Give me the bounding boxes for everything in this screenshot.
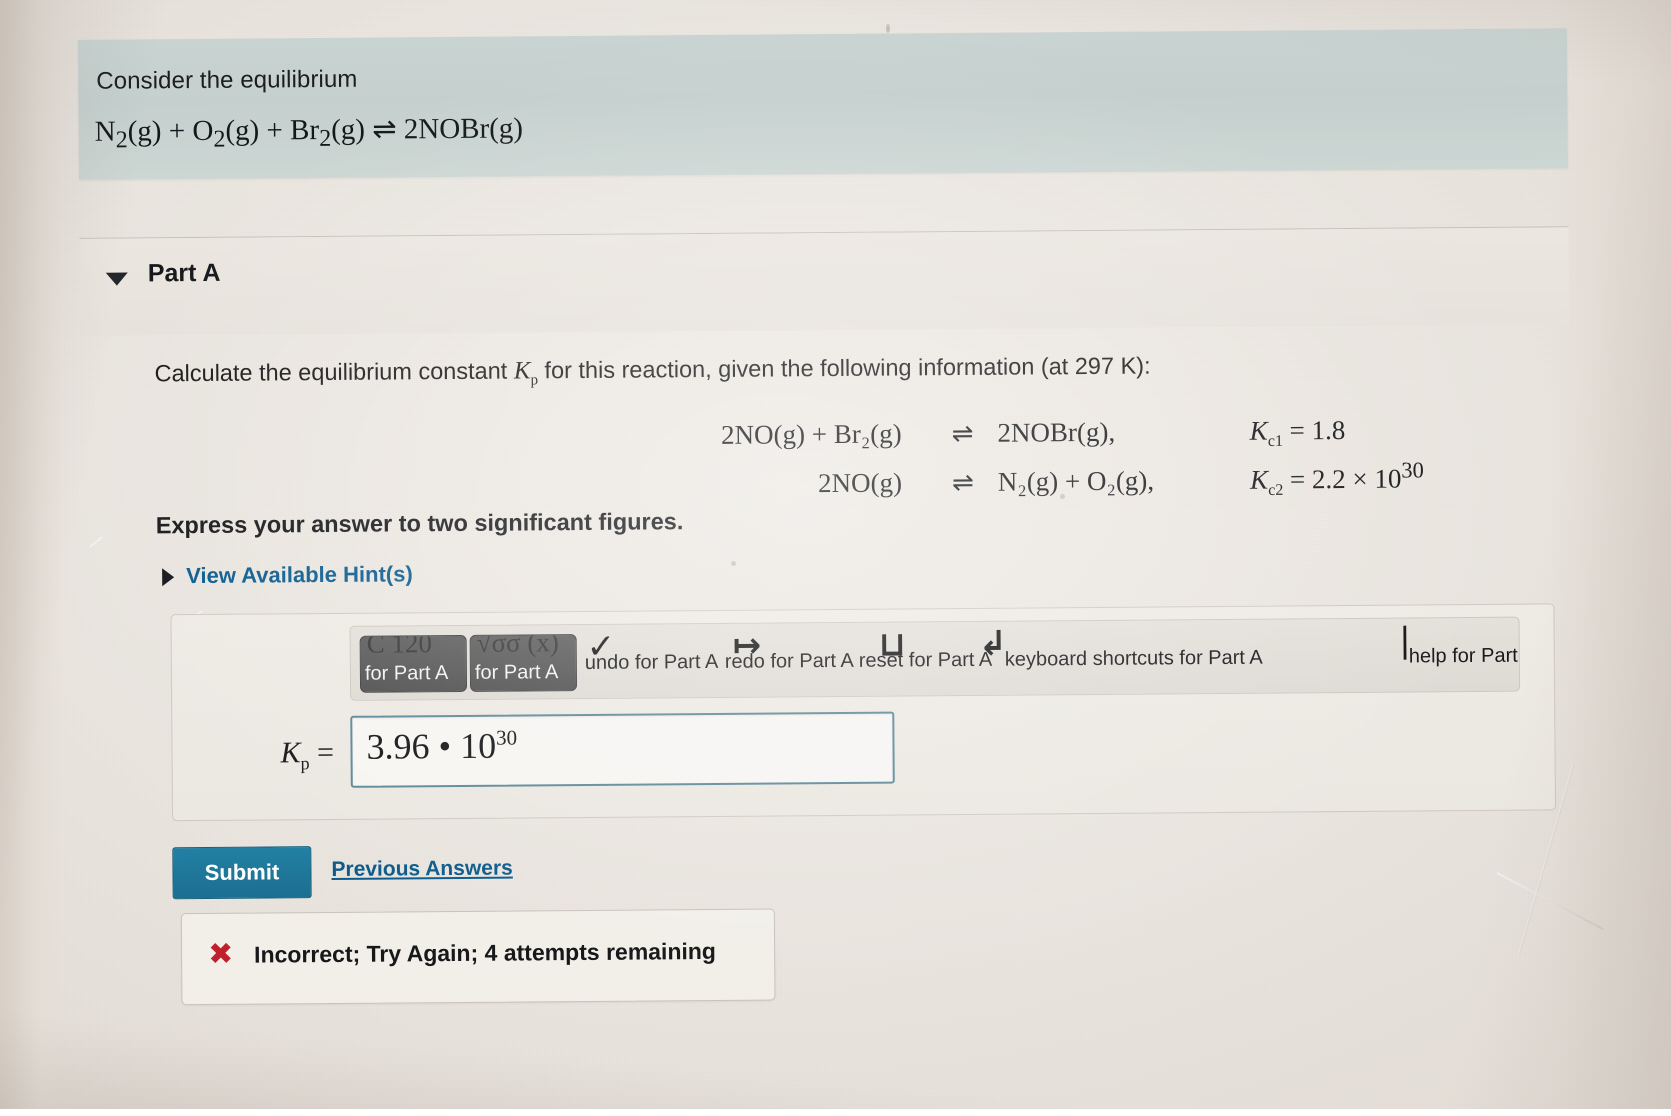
equilibrium-arrow-icon: ⇌ — [951, 468, 974, 498]
plus-sign: + — [168, 115, 186, 148]
equation-lhs: 2NO(g) + Br₂(g) — [720, 418, 902, 450]
plus-sign: + — [266, 114, 283, 147]
part-a-header[interactable]: Part A — [79, 227, 1570, 336]
question-prompt: Calculate the equilibrium constant Kp fo… — [154, 353, 1150, 393]
view-hints-link[interactable]: View Available Hint(s) — [186, 561, 413, 589]
product-nobr: 2NOBr(g) — [403, 112, 524, 146]
feedback-box: ✖ Incorrect; Try Again; 4 attempts remai… — [180, 908, 776, 1006]
problem-intro-text: Consider the equilibrium — [96, 65, 358, 95]
toolbar-button-glyph: √σσ (x) — [476, 634, 559, 658]
toolbar-button-label: for Part A — [364, 662, 449, 685]
keyboard-shortcuts-button[interactable]: keyboard shortcuts for Part A — [1005, 647, 1263, 672]
toolbar-template-button[interactable]: √σσ (x) for Part A — [469, 634, 578, 692]
help-button[interactable]: help for Part A — [1409, 645, 1520, 669]
assignment-page: Consider the equilibrium N2(g) + O2(g) +… — [0, 0, 1671, 1116]
equilibrium-arrow-icon: ⇌ — [372, 113, 397, 146]
undo-button[interactable]: undo for Part A — [585, 651, 719, 675]
part-a-body: Calculate the equilibrium constant Kp fo… — [80, 324, 1575, 1096]
triangle-right-icon[interactable] — [162, 568, 175, 587]
reactant-n2: N2(g) — [94, 115, 162, 154]
given-equations-table: 2NO(g) + Br₂(g) ⇌ 2NOBr(g), Kc1 = 1.8 2N… — [721, 405, 1424, 509]
math-editor-toolbar[interactable]: C 120 for Part A √σσ (x) for Part A ✓ un… — [349, 616, 1521, 701]
equilibrium-arrow-icon: ⇌ — [951, 418, 974, 449]
question-text-after: for this reaction, given the following i… — [537, 352, 1151, 384]
toolbar-button-label: for Part A — [474, 661, 559, 684]
equation-rhs: N₂(g) + O₂(g), — [997, 465, 1155, 498]
answer-input[interactable]: 3.96 • 1030 — [350, 711, 895, 788]
answer-input-value: 3.96 • 1030 — [366, 725, 518, 767]
redo-button[interactable]: redo for Part A — [725, 650, 854, 674]
reactant-br2: Br2(g) — [289, 113, 366, 152]
reactant-o2: O2(g) — [192, 114, 260, 153]
reset-button[interactable]: reset for Part A — [859, 649, 993, 673]
answer-panel: C 120 for Part A √σσ (x) for Part A ✓ un… — [170, 603, 1557, 822]
given-equation-row: 2NO(g) ⇌ N₂(g) + O₂(g), Kc2 = 2.2 × 1030 — [721, 455, 1424, 510]
previous-answers-link[interactable]: Previous Answers — [331, 857, 512, 882]
submit-button[interactable]: Submit — [172, 846, 312, 900]
answer-label: Kp = — [280, 735, 335, 774]
keyboard-shortcuts-icon[interactable]: ↲ — [979, 624, 1008, 664]
red-x-icon: ✖ — [207, 936, 234, 972]
kp-symbol: Kp — [513, 357, 539, 389]
equation-k-value: Kc2 = 2.2 × 1030 — [1249, 457, 1424, 500]
question-text-before: Calculate the equilibrium constant — [154, 357, 514, 387]
equation-lhs: 2NO(g) — [817, 467, 903, 499]
triangle-down-icon[interactable] — [105, 272, 128, 286]
equation-rhs: 2NOBr(g), — [997, 416, 1116, 448]
express-instruction: Express your answer to two significant f… — [155, 508, 684, 539]
given-equation-row: 2NO(g) + Br₂(g) ⇌ 2NOBr(g), Kc1 = 1.8 — [721, 405, 1424, 460]
part-a-label: Part A — [147, 258, 221, 288]
feedback-message: Incorrect; Try Again; 4 attempts remaini… — [254, 937, 717, 968]
problem-equation: N2(g) + O2(g) + Br2(g) ⇌ 2NOBr(g) — [95, 110, 524, 154]
problem-statement-banner: Consider the equilibrium N2(g) + O2(g) +… — [77, 28, 1568, 180]
toolbar-template-button[interactable]: C 120 for Part A — [359, 634, 468, 693]
toolbar-button-glyph: C 120 — [366, 634, 433, 659]
equation-k-value: Kc1 = 1.8 — [1249, 414, 1346, 450]
